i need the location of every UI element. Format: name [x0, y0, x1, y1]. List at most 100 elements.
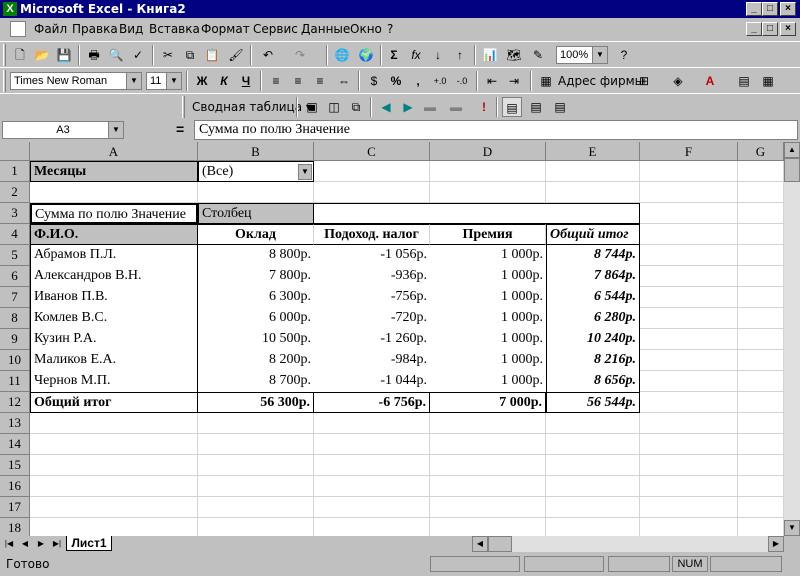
vertical-scrollbar[interactable]: ▲ ▼	[784, 142, 800, 536]
pivot-grand-total-header[interactable]: Общий итог	[546, 224, 640, 245]
new-icon[interactable]: 🗋	[10, 45, 30, 65]
grand-total-cell[interactable]: 56 544р.	[546, 392, 640, 413]
percent-button[interactable]: %	[386, 71, 406, 91]
minimize-button[interactable]: _	[746, 2, 762, 16]
row-header[interactable]: 15	[0, 455, 30, 476]
grid-cell[interactable]	[738, 350, 784, 371]
grid-cell[interactable]	[640, 392, 738, 413]
menu-file[interactable]: Файл	[34, 22, 67, 36]
pivot-data-cell[interactable]: 8 700р.	[198, 371, 314, 392]
chevron-down-icon[interactable]: ▼	[298, 164, 312, 180]
pivot-data-cell[interactable]: 6 280р.	[546, 308, 640, 329]
toolbar-grip[interactable]	[3, 44, 6, 66]
grid-cell[interactable]	[738, 413, 784, 434]
grid-cell[interactable]	[640, 518, 738, 536]
pivot-data-cell[interactable]: 1 000р.	[430, 371, 546, 392]
grid-cell[interactable]	[430, 413, 546, 434]
row-header[interactable]: 9	[0, 329, 30, 350]
horizontal-scroll-thumb[interactable]	[488, 536, 512, 552]
row-header[interactable]: 8	[0, 308, 30, 329]
next-sheet-icon[interactable]: ▶	[34, 537, 48, 551]
doc-minimize-button[interactable]: _	[746, 22, 762, 36]
zoom-select[interactable]: 100% ▼	[556, 46, 608, 64]
show-detail-icon[interactable]: ▬	[446, 97, 466, 117]
grid-cell[interactable]	[738, 392, 784, 413]
pivot-data-cell[interactable]: -984р.	[314, 350, 430, 371]
pivot-data-cell[interactable]: -1 260р.	[314, 329, 430, 350]
grid-cell[interactable]	[640, 287, 738, 308]
formula-input[interactable]: Сумма по полю Значение	[194, 120, 798, 140]
pivot-page-dropdown[interactable]: (Все) ▼	[198, 161, 314, 182]
copy-icon[interactable]: ⧉	[180, 45, 200, 65]
pivot-row-item[interactable]: Маликов Е.А.	[30, 350, 198, 371]
grid-cell[interactable]	[198, 413, 314, 434]
pivot-data-cell[interactable]: 7 864р.	[546, 266, 640, 287]
chart-wizard-icon[interactable]: 📊	[480, 45, 500, 65]
doc-restore-button[interactable]: □	[762, 22, 778, 36]
pivot-data-cell[interactable]: 1 000р.	[430, 329, 546, 350]
print-icon[interactable]: 🖶	[84, 45, 104, 65]
chevron-down-icon[interactable]: ▼	[108, 122, 123, 138]
format-painter-icon[interactable]: 🖌	[226, 45, 246, 65]
show-pages-icon[interactable]: ⧉	[346, 97, 366, 117]
address-label[interactable]: Адрес фирмы	[558, 74, 644, 88]
close-button[interactable]: ×	[780, 2, 796, 16]
scroll-left-icon[interactable]: ◀	[472, 536, 488, 552]
pivot-row-item[interactable]: Чернов М.П.	[30, 371, 198, 392]
pivot-row-item[interactable]: Иванов П.В.	[30, 287, 198, 308]
select-data-icon[interactable]: ▤	[526, 97, 546, 117]
spelling-icon[interactable]: ✓	[128, 45, 148, 65]
align-center-icon[interactable]: ≡	[288, 71, 308, 91]
grid-cell[interactable]	[738, 161, 784, 182]
menu-data[interactable]: Данные	[301, 22, 350, 36]
grid-cell[interactable]	[738, 224, 784, 245]
grid-cell[interactable]	[30, 497, 198, 518]
grid-cell[interactable]	[314, 476, 430, 497]
cut-icon[interactable]: ✂	[158, 45, 178, 65]
grid-cell[interactable]	[546, 434, 640, 455]
grid-cell[interactable]	[546, 182, 640, 203]
grid-cell[interactable]	[640, 371, 738, 392]
workbook-icon[interactable]	[10, 21, 26, 37]
grid-cell[interactable]	[640, 203, 738, 224]
borders-icon[interactable]: ⊞	[634, 71, 654, 91]
grand-total-cell[interactable]: -6 756р.	[314, 392, 430, 413]
web-toolbar-icon[interactable]: 🌍	[356, 45, 376, 65]
grid-cell[interactable]	[198, 455, 314, 476]
pivot-data-cell[interactable]: 6 000р.	[198, 308, 314, 329]
row-header[interactable]: 7	[0, 287, 30, 308]
grid-cell[interactable]	[30, 434, 198, 455]
grid-cell[interactable]	[546, 476, 640, 497]
grid-cell[interactable]	[738, 329, 784, 350]
row-header[interactable]: 18	[0, 518, 30, 536]
chevron-down-icon[interactable]: ▼	[166, 73, 181, 89]
pivot-data-cell[interactable]: 1 000р.	[430, 245, 546, 266]
pivot-wizard-icon[interactable]: ▣	[302, 97, 322, 117]
grid-cell[interactable]	[738, 497, 784, 518]
toolbar-grip[interactable]	[3, 70, 6, 92]
office-assistant-icon[interactable]: ?	[614, 45, 634, 65]
row-header[interactable]: 14	[0, 434, 30, 455]
fill-color-icon[interactable]: ◈	[668, 71, 688, 91]
grid-cell[interactable]	[30, 476, 198, 497]
row-header[interactable]: 17	[0, 497, 30, 518]
row-header[interactable]: 5	[0, 245, 30, 266]
pivot-data-cell[interactable]: 8 216р.	[546, 350, 640, 371]
undo-icon[interactable]: ↶	[258, 45, 278, 65]
grid-cell[interactable]	[314, 161, 430, 182]
grid-cell[interactable]	[30, 182, 198, 203]
grid-icon[interactable]: ▦	[758, 71, 778, 91]
map-icon[interactable]: 🗺	[504, 45, 524, 65]
pivot-data-cell[interactable]: 8 656р.	[546, 371, 640, 392]
pivot-data-cell[interactable]: -1 044р.	[314, 371, 430, 392]
paste-icon[interactable]: 📋	[202, 45, 222, 65]
open-icon[interactable]: 📂	[32, 45, 52, 65]
row-header[interactable]: 13	[0, 413, 30, 434]
grid-cell[interactable]	[640, 434, 738, 455]
address-icon[interactable]: ▦	[536, 71, 556, 91]
font-size-select[interactable]: 11 ▼	[146, 72, 182, 90]
grid-cell[interactable]	[640, 245, 738, 266]
sort-asc-icon[interactable]: ↓	[428, 45, 448, 65]
row-header[interactable]: 6	[0, 266, 30, 287]
grid-cell[interactable]	[738, 308, 784, 329]
